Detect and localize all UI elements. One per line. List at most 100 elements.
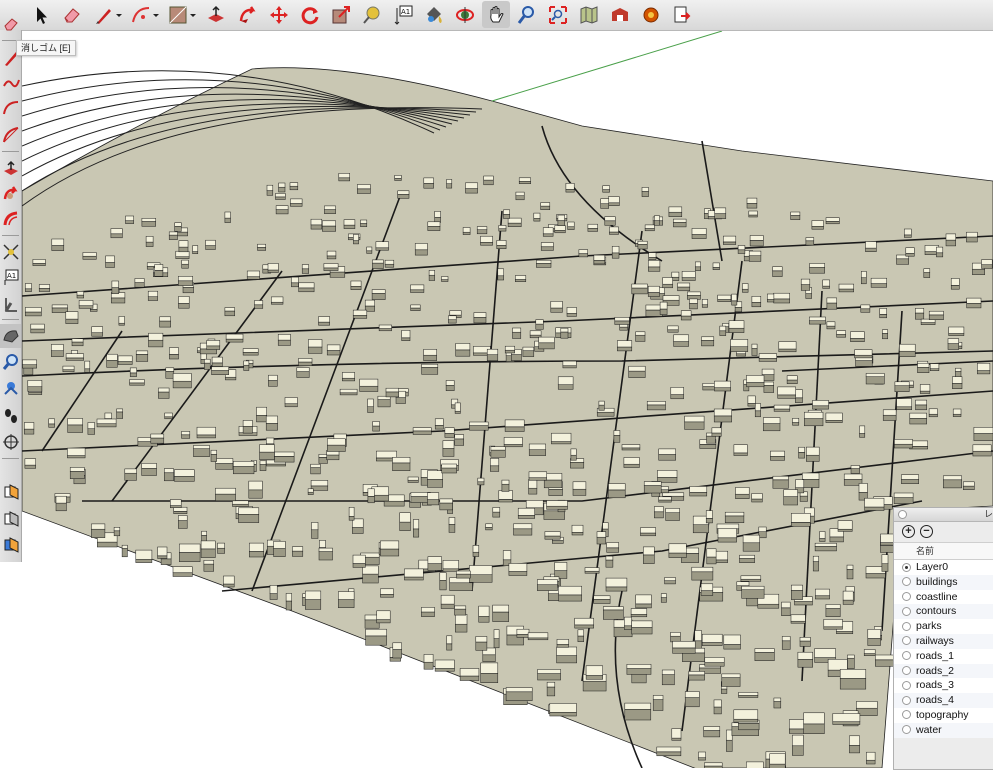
layer-active-radio[interactable]: [902, 681, 911, 690]
layer-active-radio[interactable]: [902, 592, 911, 601]
layer-name: buildings: [916, 576, 957, 588]
zoom-icon: [516, 4, 538, 26]
model-viewport[interactable]: [22, 31, 993, 768]
layer-row[interactable]: railways: [894, 634, 993, 649]
push-pull-button[interactable]: [202, 1, 230, 28]
section-fill-icon: [2, 536, 20, 554]
layer-name: coastline: [916, 591, 957, 603]
add-layer-button[interactable]: +: [902, 525, 915, 538]
layer-active-radio[interactable]: [902, 666, 911, 675]
left-position-camera-button[interactable]: [0, 430, 21, 454]
arc-icon: [130, 4, 160, 26]
orbit-icon: [454, 4, 476, 26]
left-offset-button[interactable]: [0, 207, 21, 231]
layer-name: roads_2: [916, 665, 954, 677]
layer-row[interactable]: roads_2: [894, 664, 993, 679]
rotate-tool-button[interactable]: [296, 1, 324, 28]
layer-row[interactable]: roads_4: [894, 693, 993, 708]
left-follow-me-button[interactable]: [0, 182, 21, 206]
dimension-text-icon: A1: [392, 4, 414, 26]
layers-panel-titlebar[interactable]: レ: [894, 508, 993, 522]
pan-button[interactable]: [482, 1, 510, 28]
follow-me-icon: [237, 4, 259, 26]
3d-warehouse-icon: [609, 4, 631, 26]
scale-tool-button[interactable]: [327, 1, 355, 28]
layer-name: railways: [916, 635, 954, 647]
left-tape-measure-button[interactable]: [0, 240, 21, 264]
left-walk-button[interactable]: [0, 404, 21, 428]
left-pie-button[interactable]: [0, 123, 21, 147]
layer-active-radio[interactable]: [902, 577, 911, 586]
paint-bucket-icon: [423, 4, 445, 26]
zoom-extents-icon: [547, 4, 569, 26]
left-push-pull-button[interactable]: [0, 157, 21, 181]
layer-row[interactable]: parks: [894, 619, 993, 634]
layer-row[interactable]: Layer0: [894, 560, 993, 575]
tape-measure-button[interactable]: [358, 1, 386, 28]
shape-rectangle-icon: [167, 4, 197, 26]
layer-row[interactable]: buildings: [894, 575, 993, 590]
add-location-icon: [578, 4, 600, 26]
arc-tool-button[interactable]: [128, 1, 162, 28]
left-display-section-button[interactable]: [0, 507, 21, 531]
paint-bucket-button[interactable]: [420, 1, 448, 28]
layer-active-radio[interactable]: [902, 710, 911, 719]
layer-active-radio[interactable]: [902, 651, 911, 660]
layer-row[interactable]: roads_3: [894, 678, 993, 693]
layer-active-radio[interactable]: [902, 607, 911, 616]
move-tool-button[interactable]: [265, 1, 293, 28]
layer-active-radio[interactable]: [902, 636, 911, 645]
layer-row[interactable]: water: [894, 723, 993, 738]
dimension-button[interactable]: A1: [389, 1, 417, 28]
layers-panel: レ + − 名前 Layer0buildings coastline contour…: [893, 507, 993, 770]
zoom-extents-button[interactable]: [544, 1, 572, 28]
left-zoom-button[interactable]: [0, 350, 21, 374]
eraser-icon: [2, 15, 20, 33]
layer-row[interactable]: contours: [894, 604, 993, 619]
layer-name: roads_1: [916, 650, 954, 662]
layer-active-radio[interactable]: [902, 622, 911, 631]
left-section-fill-button[interactable]: [0, 533, 21, 557]
layer-name-column-header[interactable]: 名前: [894, 542, 993, 560]
tape-measure-icon: [2, 243, 20, 261]
layer-name: contours: [916, 605, 956, 617]
3d-warehouse-button[interactable]: [606, 1, 634, 28]
left-freehand-button[interactable]: [0, 71, 21, 95]
left-text-button[interactable]: A1: [0, 265, 21, 289]
layer-list: Layer0buildings coastline contours parksrai…: [894, 560, 993, 738]
layer-row[interactable]: roads_1: [894, 649, 993, 664]
send-to-layout-button[interactable]: [668, 1, 696, 28]
arc-icon: [2, 99, 20, 117]
eraser-tooltip: 消しゴム [E]: [16, 40, 76, 56]
eraser-tool-button[interactable]: [58, 1, 86, 28]
left-axes-button[interactable]: [0, 292, 21, 316]
orbit-button[interactable]: [451, 1, 479, 28]
layer-row[interactable]: coastline: [894, 590, 993, 605]
left-toolbar: A1: [0, 30, 22, 562]
extension-warehouse-button[interactable]: [637, 1, 665, 28]
orbit-icon: [2, 327, 20, 345]
left-eraser-button[interactable]: [0, 12, 21, 36]
zoom-button[interactable]: [513, 1, 541, 28]
follow-me-button[interactable]: [234, 1, 262, 28]
green-axis: [492, 31, 722, 101]
layer-active-radio[interactable]: [902, 725, 911, 734]
add-location-button[interactable]: [575, 1, 603, 28]
display-section-icon: [2, 510, 20, 528]
left-orbit-button[interactable]: [0, 324, 21, 348]
left-look-around-button[interactable]: [0, 376, 21, 400]
pie-icon: [2, 126, 20, 144]
push-pull-icon: [205, 4, 227, 26]
panel-close-icon[interactable]: [898, 510, 907, 519]
layer-name: roads_4: [916, 694, 954, 706]
layer-row[interactable]: topography: [894, 708, 993, 723]
left-arc-button[interactable]: [0, 96, 21, 120]
remove-layer-button[interactable]: −: [920, 525, 933, 538]
shape-tool-button[interactable]: [165, 1, 199, 28]
layer-active-radio[interactable]: [902, 696, 911, 705]
select-tool-button[interactable]: [27, 1, 55, 28]
line-tool-button[interactable]: [91, 1, 125, 28]
push-pull-icon: [2, 160, 20, 178]
layer-active-radio[interactable]: [902, 563, 911, 572]
left-section-plane-button[interactable]: [0, 480, 21, 504]
